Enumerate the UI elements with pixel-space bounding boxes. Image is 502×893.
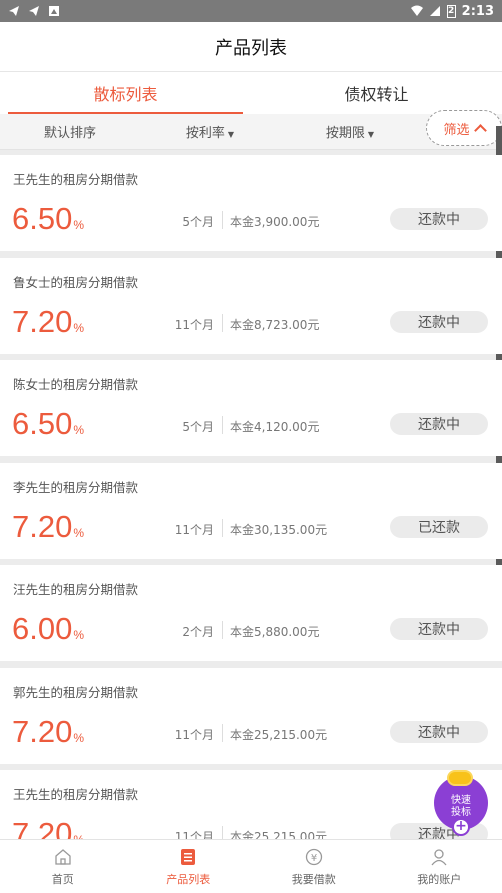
rate-unit: % (73, 730, 85, 745)
divider (222, 621, 223, 639)
loan-card[interactable]: 李先生的租房分期借款 7.20% 11个月 本金30,135.00元 已还款 (0, 462, 502, 559)
chevron-up-icon (473, 123, 487, 137)
loan-amount: 本金3,900.00元 (230, 215, 320, 229)
wifi-icon (410, 5, 423, 16)
rate-unit: % (73, 423, 85, 437)
loan-name: 王先生的租房分期借款 (13, 787, 139, 802)
sort-bar: 默认排序 按利率 ▼ 按期限 ▼ 筛选 (0, 110, 502, 150)
loan-term: 11个月 (174, 317, 214, 332)
loan-card[interactable]: 陈女士的租房分期借款 6.50% 5个月 本金4,120.00元 还款中 (0, 360, 502, 456)
loan-card[interactable]: 郭先生的租房分期借款 7.20% 11个月 本金25,215.00元 还款中 (0, 667, 502, 764)
sort-by-rate[interactable]: 按利率 ▼ (140, 122, 280, 141)
signal-icon (429, 6, 440, 16)
loan-rate: 6.50% (12, 201, 85, 236)
user-icon (431, 848, 447, 865)
rate-unit: % (73, 218, 85, 232)
filter-button[interactable]: 筛选 (426, 110, 502, 146)
loan-name: 郭先生的租房分期借款 (13, 684, 139, 700)
yen-icon: ¥ (305, 848, 322, 865)
status-time: 2:13 (461, 3, 494, 19)
nav-product-list[interactable]: 产品列表 (126, 840, 252, 893)
status-badge: 还款中 (390, 413, 488, 435)
loan-rate: 6.50% (12, 406, 85, 441)
loan-amount: 本金5,880.00元 (230, 625, 320, 639)
loan-rate: 6.00% (12, 611, 85, 646)
nav-home[interactable]: 首页 (0, 840, 126, 893)
tab-loan-list[interactable]: 散标列表 (0, 72, 251, 114)
sort-default[interactable]: 默认排序 (0, 122, 140, 141)
status-badge: 还款中 (390, 310, 488, 333)
caret-down-icon: ▼ (227, 130, 235, 139)
loan-name: 李先生的租房分期借款 (13, 479, 139, 495)
divider (222, 211, 223, 229)
loan-term: 11个月 (174, 727, 214, 742)
loan-amount: 本金4,120.00元 (230, 420, 320, 434)
loan-term: 5个月 (182, 215, 214, 229)
caret-down-icon: ▼ (367, 130, 375, 139)
loan-card[interactable]: 王先生的租房分期借款 6.50% 5个月 本金3,900.00元 还款中 (0, 155, 502, 251)
rate-unit: % (73, 320, 85, 335)
loan-card[interactable]: 汪先生的租房分期借款 6.00% 2个月 本金5,880.00元 还款中 (0, 565, 502, 661)
status-badge: 还款中 (390, 618, 488, 640)
loan-amount: 本金25,215.00元 (230, 727, 328, 742)
loan-card[interactable]: 鲁女士的租房分期借款 7.20% 11个月 本金8,723.00元 还款中 (0, 257, 502, 354)
loan-name: 王先生的租房分期借款 (13, 172, 139, 187)
loan-term: 2个月 (182, 625, 214, 639)
status-badge: 已还款 (390, 515, 488, 538)
list-icon (181, 848, 196, 865)
rate-unit: % (73, 525, 85, 540)
quick-bid-button[interactable]: 快速 投标 + (434, 770, 488, 836)
loan-amount: 本金8,723.00元 (230, 317, 320, 332)
image-icon (49, 6, 59, 16)
loan-list: 王先生的租房分期借款 6.50% 5个月 本金3,900.00元 还款中 鲁女士的租房分期… (0, 155, 502, 873)
svg-text:¥: ¥ (311, 853, 317, 864)
loan-rate: 7.20% (12, 508, 85, 544)
page-title: 产品列表 (0, 22, 502, 72)
loan-amount: 本金30,135.00元 (230, 522, 328, 537)
nav-account[interactable]: 我的账户 (377, 840, 502, 893)
plus-icon: + (452, 818, 470, 836)
loan-rate: 7.20% (12, 303, 85, 339)
tab-bar: 散标列表 债权转让 (0, 72, 502, 114)
loan-name: 鲁女士的租房分期借款 (13, 274, 139, 290)
loan-name: 汪先生的租房分期借款 (13, 582, 139, 597)
loan-term: 11个月 (174, 522, 214, 537)
sort-by-term[interactable]: 按期限 ▼ (280, 122, 420, 141)
divider (222, 313, 223, 332)
loan-term: 5个月 (182, 420, 214, 434)
loan-name: 陈女士的租房分期借款 (13, 377, 139, 392)
divider (222, 518, 223, 537)
telegram-icon (9, 6, 19, 16)
bottom-nav: 首页 产品列表 ¥ 我要借款 我的账户 (0, 839, 502, 893)
status-bar: 2 2:13 (0, 0, 502, 22)
status-badge: 还款中 (390, 720, 488, 743)
coin-icon (447, 770, 473, 786)
home-icon (55, 848, 71, 865)
tab-debt-transfer[interactable]: 债权转让 (251, 72, 502, 114)
divider (222, 723, 223, 742)
status-badge: 还款中 (390, 208, 488, 230)
loan-rate: 7.20% (12, 713, 85, 749)
rate-unit: % (73, 628, 85, 642)
nav-borrow[interactable]: ¥ 我要借款 (251, 840, 377, 893)
divider (222, 416, 223, 434)
telegram-icon (29, 6, 39, 16)
battery-icon: 2 (446, 4, 456, 18)
